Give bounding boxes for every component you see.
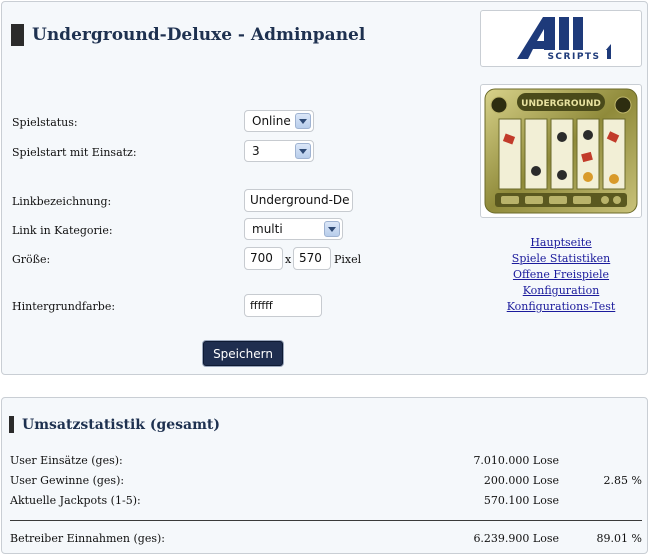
chevron-down-icon[interactable] <box>324 221 340 237</box>
stats-title-text: Umsatzstatistik (gesamt) <box>22 416 221 433</box>
title-marker <box>9 416 14 433</box>
page-title: Underground-Deluxe - Adminpanel <box>11 24 365 46</box>
bg-color-label: Hintergrundfarbe: <box>12 300 116 313</box>
linkname-label: Linkbezeichnung: <box>12 195 112 208</box>
nav-link-spiele-statistiken[interactable]: Spiele Statistiken <box>480 252 642 265</box>
stats-row: Aktuelle Jackpots (1-5): 570.100 Lose <box>10 494 642 508</box>
save-button[interactable]: Speichern <box>203 341 283 366</box>
nav-link-offene-freispiele[interactable]: Offene Freispiele <box>480 268 642 281</box>
status-select[interactable]: Online <box>244 110 314 132</box>
stats-total-row: Betreiber Einnahmen (ges): 6.239.900 Los… <box>10 532 642 546</box>
game-preview: UNDERGROUND <box>480 84 642 218</box>
nav-link-konfiguration[interactable]: Konfiguration <box>480 284 642 297</box>
allscripts-logo-icon: SCRIPTS <box>517 17 611 62</box>
stats-total-amount: 6.239.900 Lose <box>473 532 559 545</box>
chevron-down-icon[interactable] <box>295 143 311 159</box>
size-separator: x <box>285 253 292 266</box>
stats-panel: Umsatzstatistik (gesamt) User Einsätze (… <box>1 397 648 554</box>
category-select[interactable]: multi <box>244 218 343 240</box>
height-input[interactable]: 570 <box>293 247 331 270</box>
stats-title: Umsatzstatistik (gesamt) <box>9 416 220 433</box>
stats-row-amount: 7.010.000 Lose <box>473 454 559 467</box>
nav-link-hauptseite[interactable]: Hauptseite <box>480 236 642 249</box>
start-select[interactable]: 3 <box>244 140 314 162</box>
stats-total-label: Betreiber Einnahmen (ges): <box>10 532 165 545</box>
start-label: Spielstart mit Einsatz: <box>12 146 137 159</box>
width-input[interactable]: 700 <box>244 247 283 270</box>
stats-divider <box>10 520 642 521</box>
bg-color-input[interactable]: ffffff <box>244 294 322 317</box>
stats-row: User Gewinne (ges): 200.000 Lose 2.85 % <box>10 474 642 488</box>
stats-row-amount: 570.100 Lose <box>483 494 559 507</box>
title-marker <box>11 24 24 46</box>
stats-row-label: Aktuelle Jackpots (1-5): <box>10 494 141 507</box>
category-select-value: multi <box>252 222 283 236</box>
admin-panel: Underground-Deluxe - Adminpanel Spielsta… <box>1 1 648 375</box>
category-label: Link in Kategorie: <box>12 224 113 237</box>
nav-link-konfigurations-test[interactable]: Konfigurations-Test <box>480 300 642 313</box>
stats-row-percent: 2.85 % <box>603 474 642 487</box>
logo: SCRIPTS <box>480 10 642 67</box>
slot-machine-icon: UNDERGROUND <box>484 88 638 214</box>
size-unit: Pixel <box>334 253 362 266</box>
stats-row-label: User Einsätze (ges): <box>10 454 123 467</box>
linkname-input[interactable]: Underground-De <box>244 189 353 212</box>
chevron-down-icon[interactable] <box>295 113 311 129</box>
stats-row-amount: 200.000 Lose <box>483 474 559 487</box>
logo-wordmark: SCRIPTS <box>547 52 600 62</box>
stats-row: User Einsätze (ges): 7.010.000 Lose <box>10 454 642 468</box>
status-label: Spielstatus: <box>12 116 78 129</box>
size-label: Größe: <box>12 253 51 266</box>
stats-row-label: User Gewinne (ges): <box>10 474 125 487</box>
status-select-value: Online <box>252 114 291 128</box>
game-title: UNDERGROUND <box>521 99 601 109</box>
page-title-text: Underground-Deluxe - Adminpanel <box>32 25 366 45</box>
start-select-value: 3 <box>252 144 260 158</box>
stats-total-percent: 89.01 % <box>596 532 642 545</box>
